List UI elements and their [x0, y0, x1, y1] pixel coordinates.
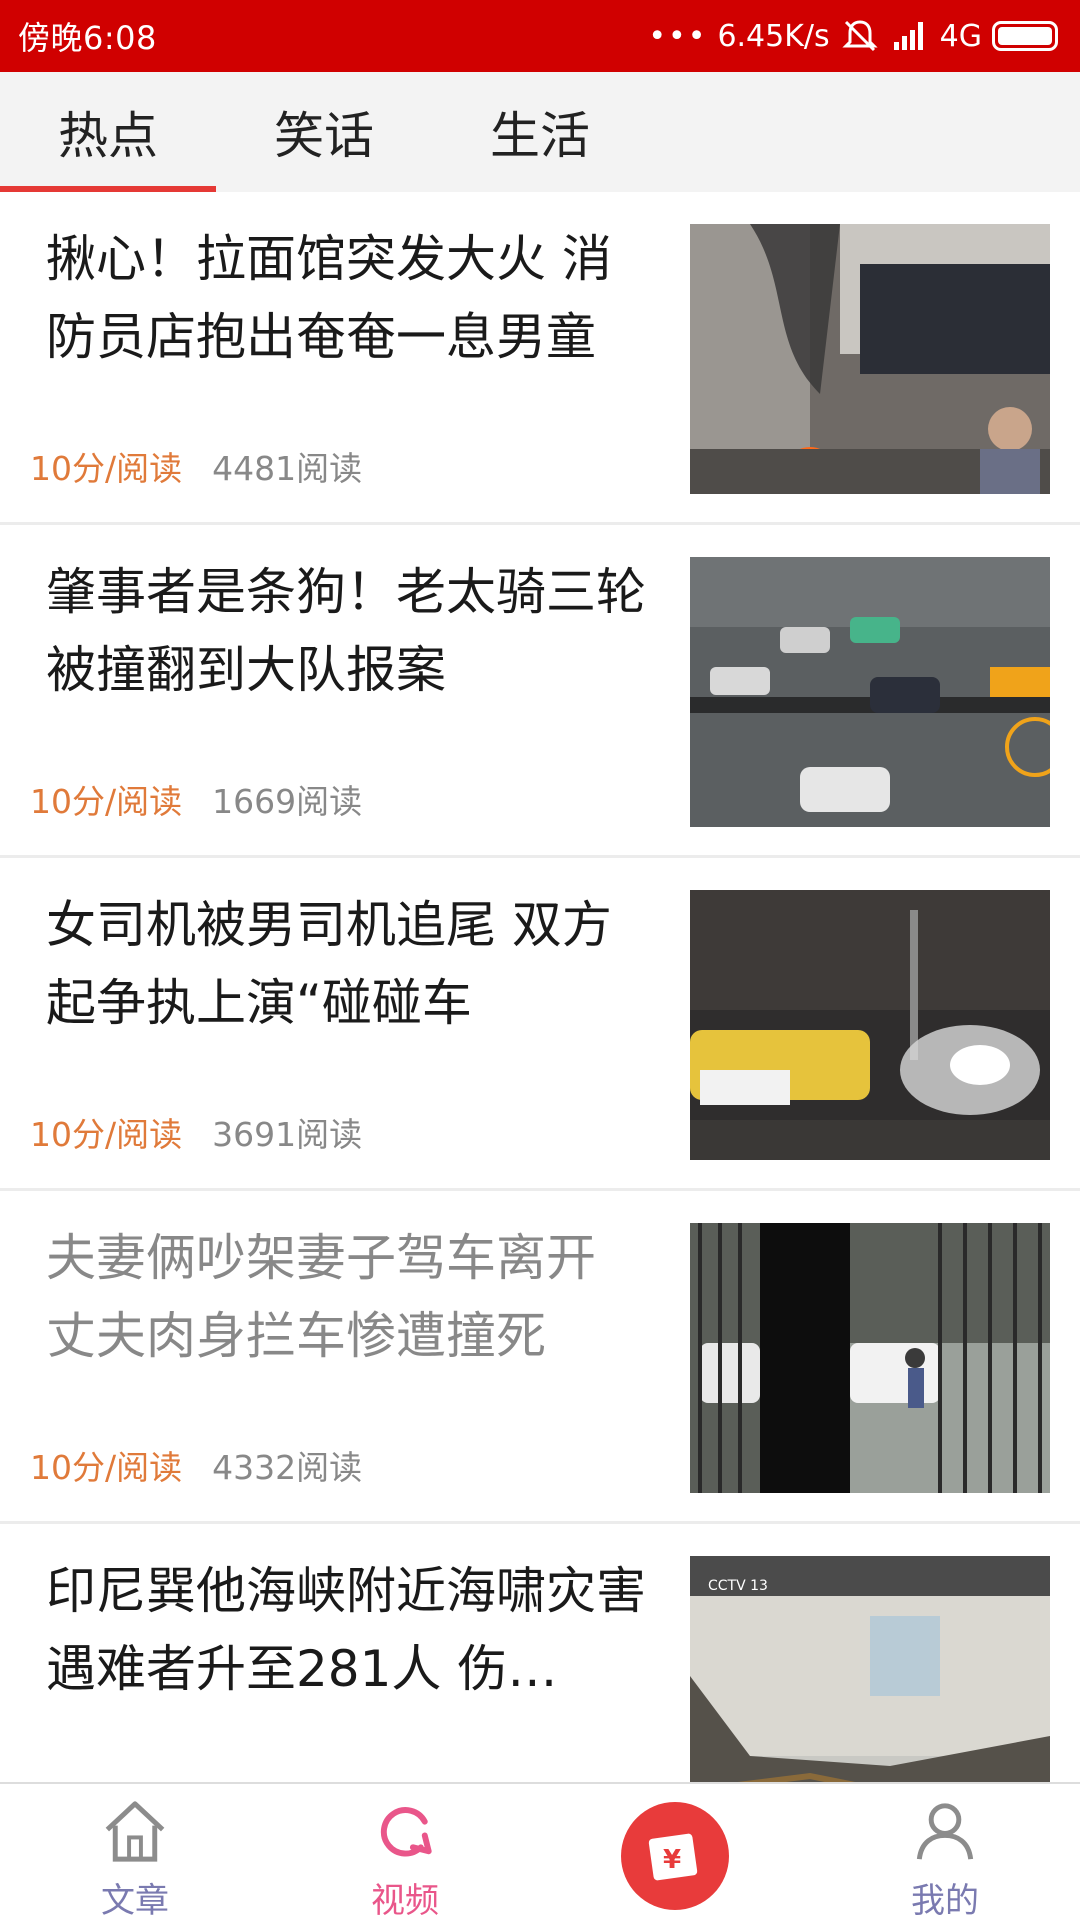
nav-red-envelope[interactable]: ¥ — [540, 1784, 810, 1920]
read-count: 4332阅读 — [212, 1448, 363, 1487]
article-title: 印尼巽他海峡附近海啸灾害 遇难者升至281人 伤… — [46, 1562, 646, 1698]
category-tabs: 热点 笑话 生活 — [0, 72, 1080, 192]
article-meta: 10分/阅读 1669阅读 — [30, 775, 362, 823]
nav-label: 我的 — [911, 1881, 979, 1920]
fire-shop-photo — [690, 224, 1050, 494]
article-item[interactable]: 夫妻俩吵架妻子驾车离开 丈夫肉身拦车惨遭撞死 10分/阅读 4332阅读 — [0, 1191, 1080, 1524]
read-time: 10分/阅读 — [30, 1448, 183, 1487]
tab-life[interactable]: 生活 — [432, 72, 648, 192]
article-meta: 10分/阅读 4481阅读 — [30, 442, 362, 490]
signal-icon — [893, 22, 923, 50]
article-item[interactable]: 女司机被男司机追尾 双方起争执上演“碰碰车 10分/阅读 3691阅读 — [0, 858, 1080, 1191]
red-envelope-button[interactable]: ¥ — [621, 1802, 729, 1910]
tab-jokes[interactable]: 笑话 — [216, 72, 432, 192]
article-thumbnail — [690, 224, 1050, 494]
nav-mine[interactable]: 我的 — [810, 1784, 1080, 1920]
nav-articles[interactable]: 文章 — [0, 1784, 270, 1920]
user-icon — [916, 1803, 974, 1860]
cctv-logo: CCTV 13 — [708, 1578, 768, 1594]
article-title: 揪心！拉面馆突发大火 消防员店抱出奄奄一息男童 — [46, 230, 612, 366]
bottom-nav: 文章 视频 ¥ 我的 — [0, 1782, 1080, 1920]
article-item[interactable]: 揪心！拉面馆突发大火 消防员店抱出奄奄一息男童 10分/阅读 4481阅读 — [0, 192, 1080, 525]
nav-videos[interactable]: 视频 — [270, 1784, 540, 1920]
gate-street-photo — [690, 1223, 1050, 1493]
tab-hot[interactable]: 热点 — [0, 72, 216, 192]
article-thumbnail — [690, 557, 1050, 827]
nav-label: 视频 — [371, 1881, 439, 1920]
article-meta: 10分/阅读 3691阅读 — [30, 1108, 362, 1156]
read-time: 10分/阅读 — [30, 782, 183, 821]
article-item[interactable]: 肇事者是条狗！老太骑三轮被撞翻到大队报案 10分/阅读 1669阅读 — [0, 525, 1080, 858]
article-thumbnail — [690, 1223, 1050, 1493]
nav-label: 文章 — [101, 1881, 169, 1920]
status-time: 傍晚6:08 — [18, 19, 157, 57]
article-meta: 10分/阅读 4332阅读 — [30, 1441, 362, 1489]
read-time: 10分/阅读 — [30, 449, 183, 488]
read-count: 4481阅读 — [212, 449, 363, 488]
network-speed: 6.45K/s — [717, 18, 830, 54]
status-indicators: ••• 6.45K/s 4G — [648, 18, 1058, 54]
mute-icon — [842, 20, 878, 52]
network-type: 4G — [939, 18, 982, 54]
read-count: 1669阅读 — [212, 782, 363, 821]
night-car-photo — [690, 890, 1050, 1160]
read-count: 3691阅读 — [212, 1115, 363, 1154]
home-icon — [105, 1801, 165, 1862]
traffic-camera-photo — [690, 557, 1050, 827]
article-title: 女司机被男司机追尾 双方起争执上演“碰碰车 — [46, 896, 612, 1032]
article-title: 夫妻俩吵架妻子驾车离开 丈夫肉身拦车惨遭撞死 — [46, 1229, 596, 1365]
article-title: 肇事者是条狗！老太骑三轮被撞翻到大队报案 — [46, 563, 646, 699]
status-bar: 傍晚6:08 ••• 6.45K/s 4G — [0, 0, 1080, 72]
red-envelope-icon: ¥ — [648, 1833, 698, 1881]
article-thumbnail — [690, 890, 1050, 1160]
refresh-video-icon — [380, 1807, 432, 1857]
more-dots-icon: ••• — [648, 18, 708, 54]
read-time: 10分/阅读 — [30, 1115, 183, 1154]
battery-icon — [992, 21, 1058, 51]
article-list: 揪心！拉面馆突发大火 消防员店抱出奄奄一息男童 10分/阅读 4481阅读 肇事… — [0, 192, 1080, 1857]
svg-text:¥: ¥ — [663, 1845, 681, 1875]
